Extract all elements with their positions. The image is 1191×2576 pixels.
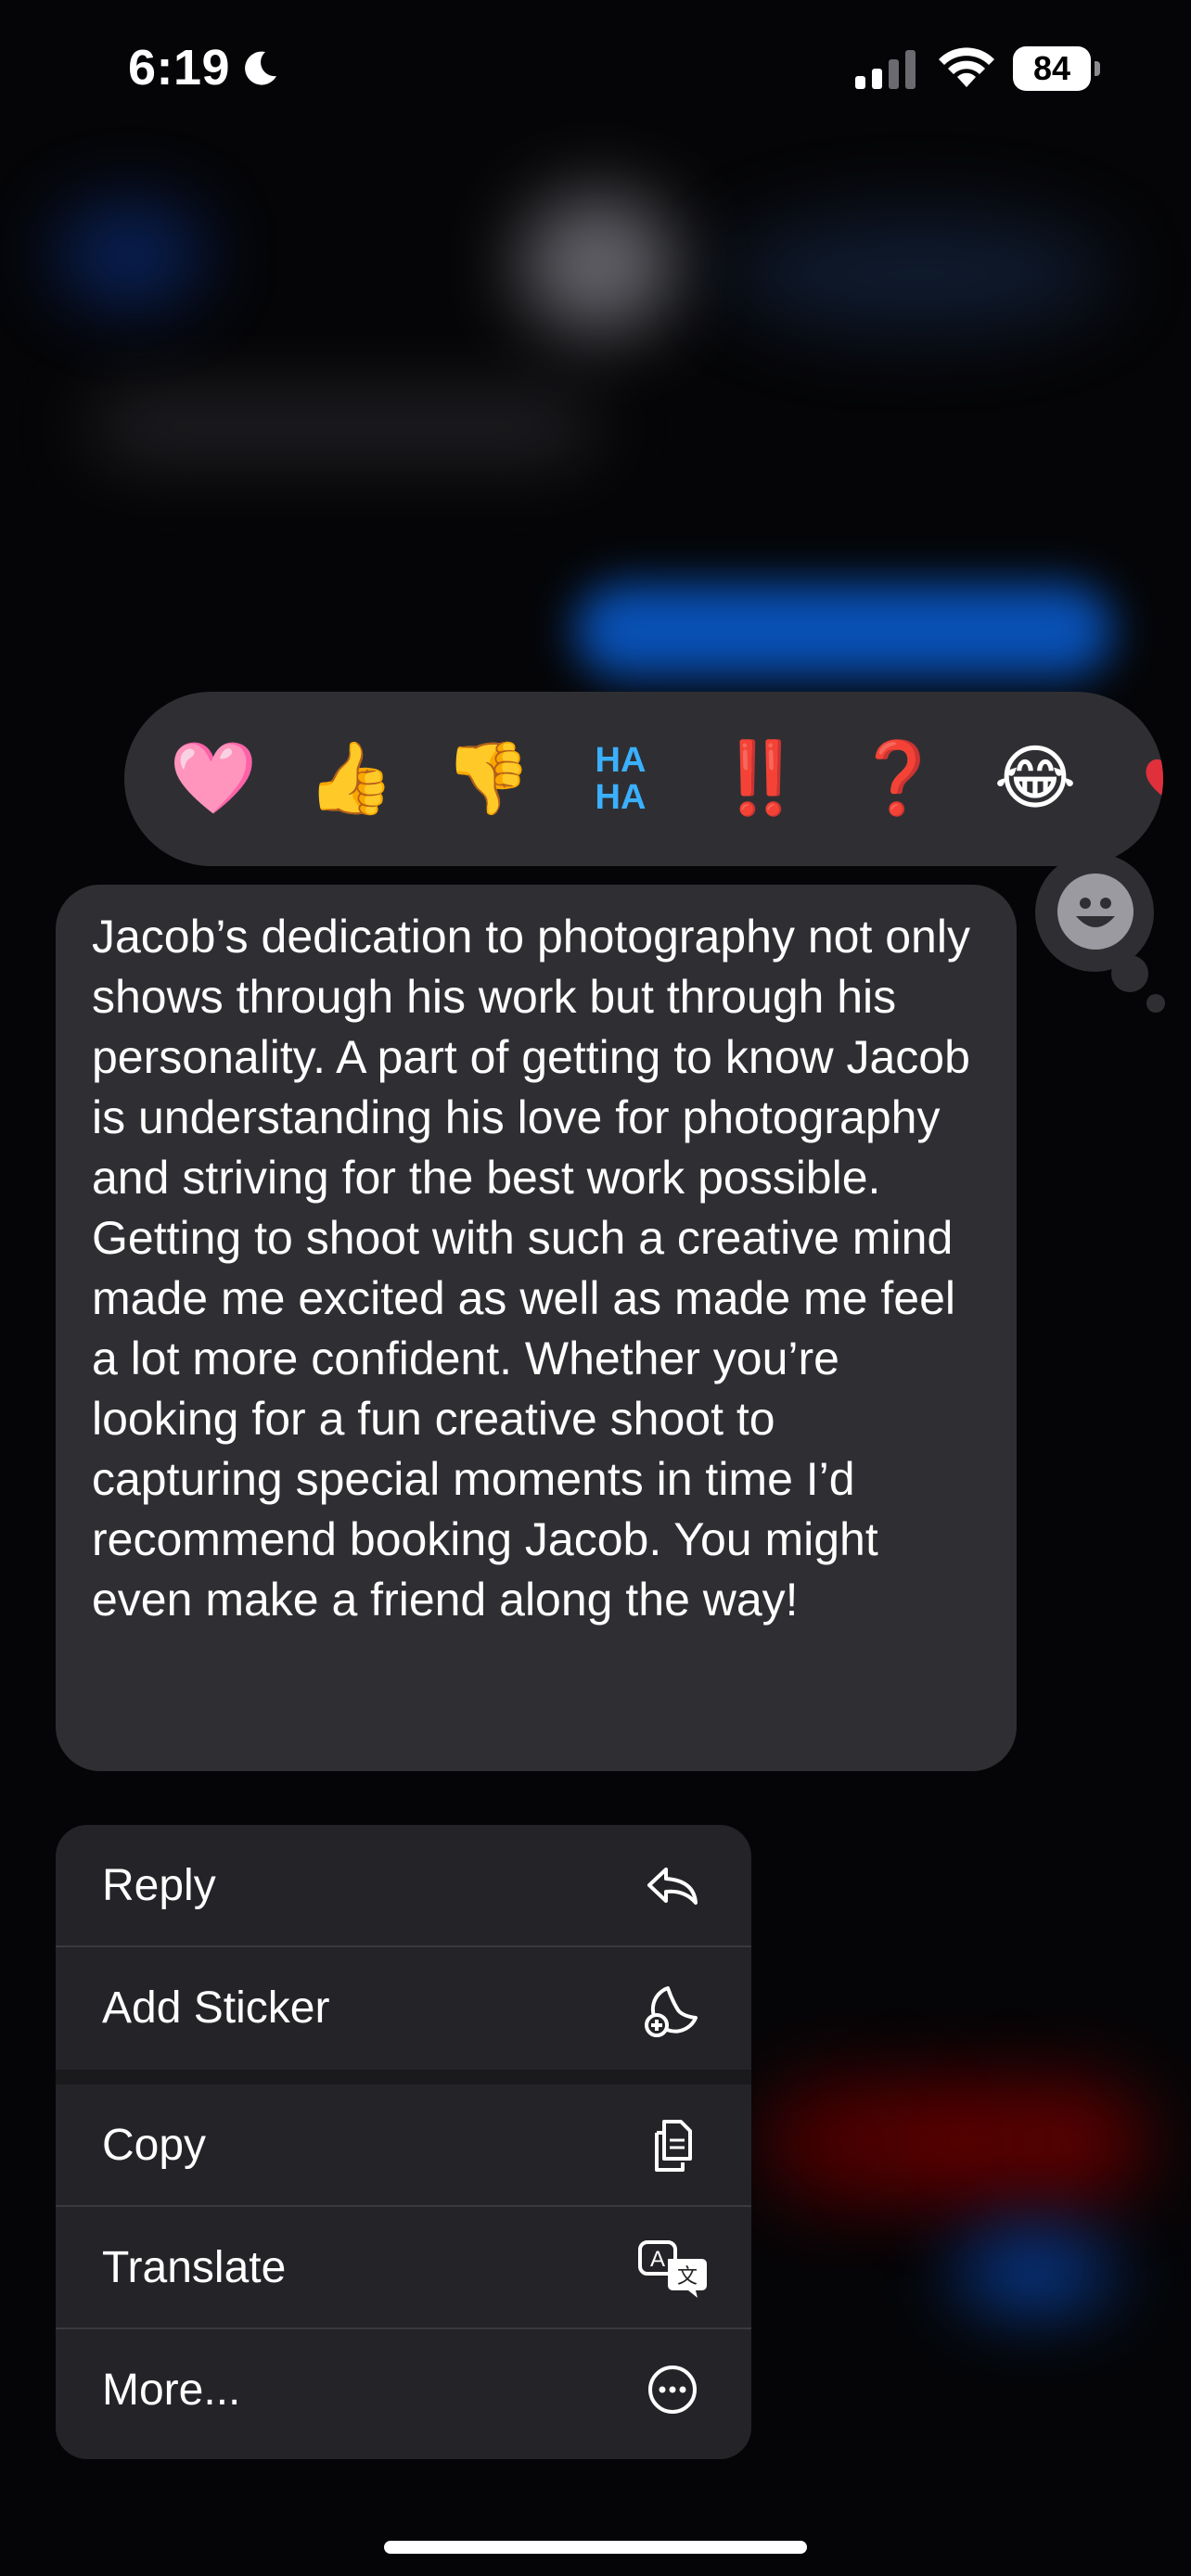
reaction-haha[interactable]: HA HA [579, 733, 662, 825]
menu-item-label: Translate [102, 2243, 287, 2292]
battery-indicator: 84 [1013, 46, 1091, 91]
partial-heart-icon [1146, 759, 1163, 797]
sticker-add-icon [645, 1986, 698, 2037]
reaction-laughing[interactable]: 😂 [989, 733, 1082, 825]
bubble-tail-dot [1111, 955, 1148, 992]
translate-icon: A 文 [638, 2240, 707, 2298]
menu-item-reply[interactable]: Reply [56, 1825, 751, 1945]
reaction-heart[interactable]: 🩷 [167, 733, 260, 825]
status-time: 6:19 [128, 40, 231, 96]
reply-arrow-icon [647, 1868, 698, 1905]
reaction-thumbs-up[interactable]: 👍 [304, 733, 397, 825]
status-bar: 6:19 84 [0, 0, 1191, 139]
cellular-signal-icon [855, 50, 916, 89]
moon-icon [245, 51, 276, 85]
svg-text:A: A [650, 2247, 665, 2272]
home-indicator[interactable] [384, 2541, 807, 2554]
message-bubble[interactable]: Jacob’s dedication to photography not on… [56, 885, 1017, 1771]
menu-item-translate[interactable]: Translate A 文 [56, 2207, 751, 2327]
reaction-thumbs-down[interactable]: 👎 [442, 733, 534, 825]
menu-item-label: Add Sticker [102, 1983, 330, 2033]
menu-item-label: More... [102, 2366, 241, 2415]
menu-group-gap [56, 2070, 751, 2085]
menu-item-label: Reply [102, 1861, 216, 1910]
wifi-icon [939, 47, 994, 87]
menu-item-more[interactable]: More... [56, 2329, 751, 2450]
svg-text:文: 文 [677, 2264, 698, 2288]
menu-item-copy[interactable]: Copy [56, 2085, 751, 2205]
context-menu: Reply Add Sticker Copy Translate A 文 Mor… [56, 1825, 751, 2459]
smiley-icon[interactable] [1057, 874, 1133, 950]
reaction-question[interactable]: ❓ [852, 733, 944, 825]
reaction-partial-heart [1121, 733, 1163, 825]
ellipsis-circle-icon [648, 2366, 697, 2414]
tapback-reaction-bar: 🩷 👍 👎 HA HA ‼️ ❓ 😂 [124, 692, 1163, 866]
reaction-exclamation[interactable]: ‼️ [714, 733, 807, 825]
menu-item-add-sticker[interactable]: Add Sticker [56, 1947, 751, 2068]
bubble-tail-dot-small [1146, 994, 1165, 1013]
copy-documents-icon [655, 2120, 692, 2172]
battery-tip [1095, 61, 1100, 76]
menu-item-label: Copy [102, 2121, 207, 2170]
